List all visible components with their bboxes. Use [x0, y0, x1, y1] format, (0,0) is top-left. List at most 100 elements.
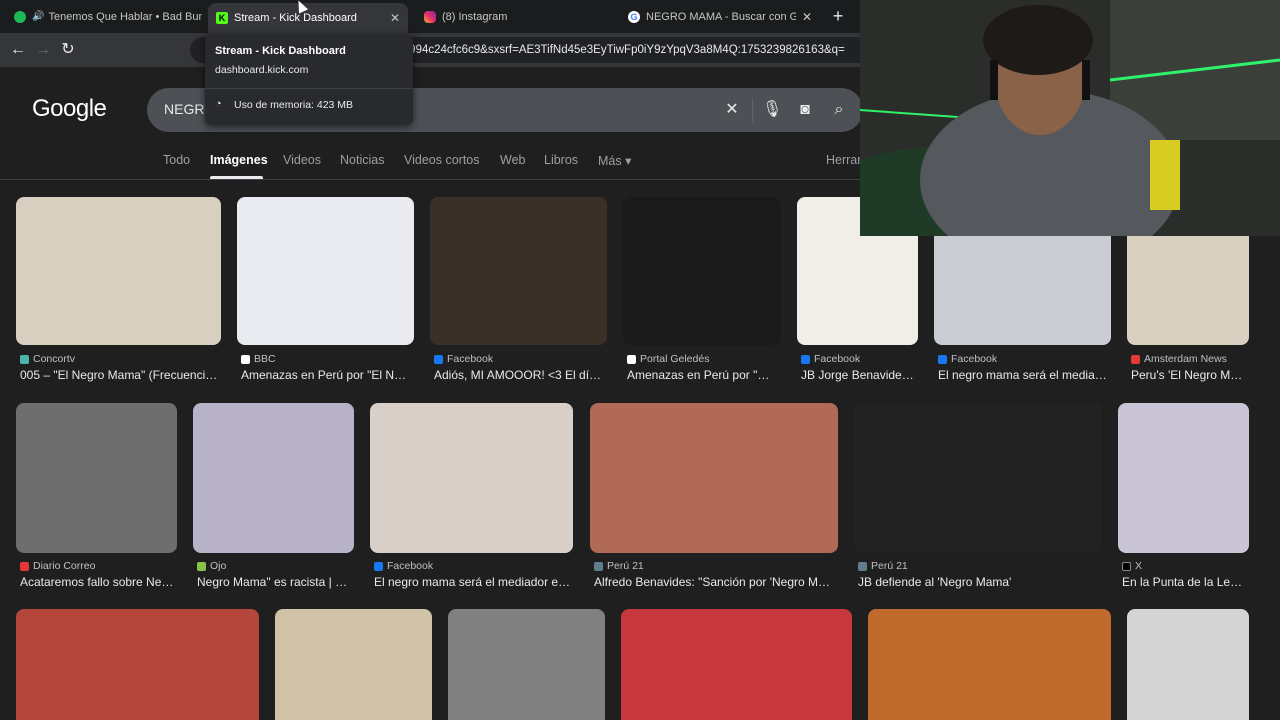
tab-google[interactable]: G NEGRO MAMA - Buscar con Google ✕ — [620, 4, 820, 29]
image-result[interactable]: BBC Amenazas en Perú por "El N… — [237, 197, 414, 387]
hover-card-url: dashboard.kick.com — [215, 64, 309, 76]
spotify-icon — [14, 10, 26, 23]
result-thumbnail[interactable] — [16, 197, 221, 345]
speaker-icon[interactable]: 🔊 — [32, 11, 44, 22]
tab-libros[interactable]: Libros — [544, 153, 578, 167]
search-icon[interactable]: ⌕ — [829, 100, 849, 120]
tab-mas[interactable]: Más ▾ — [598, 153, 631, 168]
result-thumbnail[interactable] — [16, 609, 259, 720]
result-thumbnail[interactable] — [370, 403, 573, 553]
result-source: Concortv — [20, 353, 220, 365]
tab-kick[interactable]: K Stream - Kick Dashboard ✕ — [208, 3, 408, 33]
site-icon — [801, 354, 810, 364]
tab-noticias[interactable]: Noticias — [340, 153, 384, 167]
result-thumbnail[interactable] — [590, 403, 838, 553]
result-thumbnail[interactable] — [621, 609, 852, 720]
site-icon — [1131, 354, 1140, 364]
divider — [752, 98, 753, 122]
lens-icon[interactable]: ◙ — [795, 100, 815, 120]
result-thumbnail[interactable] — [448, 609, 605, 720]
result-thumbnail[interactable] — [275, 609, 432, 720]
result-title[interactable]: Adiós, MI AMOOOR! <3 El dí… — [434, 368, 606, 382]
site-icon — [197, 561, 206, 571]
tab-title: Tenemos Que Hablar • Bad Bunny — [48, 10, 202, 23]
site-icon — [627, 354, 636, 364]
result-title[interactable]: Acataremos fallo sobre Ne… — [20, 575, 177, 589]
image-result[interactable]: X En la Punta de la Le… — [1118, 403, 1249, 593]
result-title[interactable]: 005 – "El Negro Mama" (Frecuenci… — [20, 368, 220, 382]
result-source: Facebook — [801, 353, 918, 365]
microphone-icon[interactable]: 🎙 — [762, 100, 782, 120]
back-icon[interactable]: ← — [8, 40, 28, 60]
result-thumbnail[interactable] — [237, 197, 414, 345]
site-icon — [1122, 561, 1131, 571]
result-title[interactable]: El negro mama será el media… — [938, 368, 1111, 382]
image-result[interactable] — [275, 609, 432, 720]
site-icon — [434, 354, 443, 364]
image-result[interactable] — [868, 609, 1111, 720]
result-thumbnail[interactable] — [623, 197, 781, 345]
site-icon — [858, 561, 867, 571]
tab-title: (8) Instagram — [442, 10, 508, 23]
close-tab-icon[interactable]: ✕ — [802, 10, 812, 24]
new-tab-button[interactable]: + — [828, 6, 848, 26]
clear-icon[interactable]: ✕ — [722, 100, 742, 120]
tab-videos[interactable]: Videos — [283, 153, 321, 167]
result-title[interactable]: Negro Mama" es racista | … — [197, 575, 354, 589]
tab-imagenes[interactable]: Imágenes — [210, 153, 268, 167]
result-thumbnail[interactable] — [868, 609, 1111, 720]
site-icon — [374, 561, 383, 571]
result-thumbnail[interactable] — [430, 197, 607, 345]
result-thumbnail[interactable] — [16, 403, 177, 553]
result-source: Amsterdam News — [1131, 353, 1249, 365]
image-result[interactable]: Ojo Negro Mama" es racista | … — [193, 403, 354, 593]
result-thumbnail[interactable] — [1127, 609, 1249, 720]
image-result[interactable]: Portal Geledés Amenazas en Perú por "… — [623, 197, 781, 387]
image-result[interactable] — [621, 609, 852, 720]
result-title[interactable]: Amenazas en Perú por "El N… — [241, 368, 413, 382]
result-title[interactable]: El negro mama será el mediador e… — [374, 575, 573, 589]
memory-icon: ◔ — [215, 98, 222, 110]
image-result[interactable] — [16, 609, 259, 720]
image-result[interactable]: Facebook Adiós, MI AMOOOR! <3 El dí… — [430, 197, 607, 387]
image-result[interactable] — [1127, 609, 1249, 720]
result-source: Facebook — [434, 353, 604, 365]
tab-todo[interactable]: Todo — [163, 153, 190, 167]
result-source: Ojo — [197, 560, 354, 572]
result-title[interactable]: En la Punta de la Le… — [1122, 575, 1249, 589]
site-icon — [241, 354, 250, 364]
result-title[interactable]: Alfredo Benavides: "Sanción por 'Negro M… — [594, 575, 838, 589]
image-result[interactable] — [448, 609, 605, 720]
image-result[interactable]: Perú 21 JB defiende al 'Negro Mama' — [854, 403, 1102, 593]
close-tab-icon[interactable]: ✕ — [390, 11, 400, 25]
result-thumbnail[interactable] — [854, 403, 1102, 553]
hover-card-memory: Uso de memoria: 423 MB — [234, 99, 354, 111]
result-source: X — [1122, 560, 1249, 572]
tab-herramientas[interactable]: Herrar — [826, 153, 861, 167]
result-title[interactable]: JB Jorge Benavide… — [801, 368, 918, 382]
tab-title: NEGRO MAMA - Buscar con Google — [646, 10, 796, 23]
tab-web[interactable]: Web — [500, 153, 525, 167]
result-thumbnail[interactable] — [193, 403, 354, 553]
tab-videos-cortos[interactable]: Videos cortos — [404, 153, 480, 167]
result-title[interactable]: Peru's 'El Negro M… — [1131, 368, 1249, 382]
image-result[interactable]: Facebook El negro mama será el mediador … — [370, 403, 573, 593]
site-icon — [594, 561, 603, 571]
result-title[interactable]: JB defiende al 'Negro Mama' — [858, 575, 1102, 589]
hover-card-title: Stream - Kick Dashboard — [215, 45, 346, 57]
site-icon — [20, 561, 29, 571]
result-thumbnail[interactable] — [1118, 403, 1249, 553]
tab-spotify[interactable]: 🔊 Tenemos Que Hablar • Bad Bunny — [6, 4, 202, 29]
tab-instagram[interactable]: (8) Instagram — [416, 4, 616, 29]
result-title[interactable]: Amenazas en Perú por "… — [627, 368, 781, 382]
image-result[interactable]: Perú 21 Alfredo Benavides: "Sanción por … — [590, 403, 838, 593]
webcam-overlay — [860, 0, 1280, 236]
result-source: BBC — [241, 353, 411, 365]
google-logo[interactable]: Google — [32, 95, 107, 123]
forward-icon[interactable]: → — [33, 40, 53, 60]
image-result[interactable]: Diario Correo Acataremos fallo sobre Ne… — [16, 403, 177, 593]
image-result[interactable]: Concortv 005 – "El Negro Mama" (Frecuenc… — [16, 197, 221, 387]
reload-icon[interactable]: ↻ — [58, 40, 78, 60]
result-source: Facebook — [938, 353, 1111, 365]
instagram-icon — [424, 10, 436, 23]
